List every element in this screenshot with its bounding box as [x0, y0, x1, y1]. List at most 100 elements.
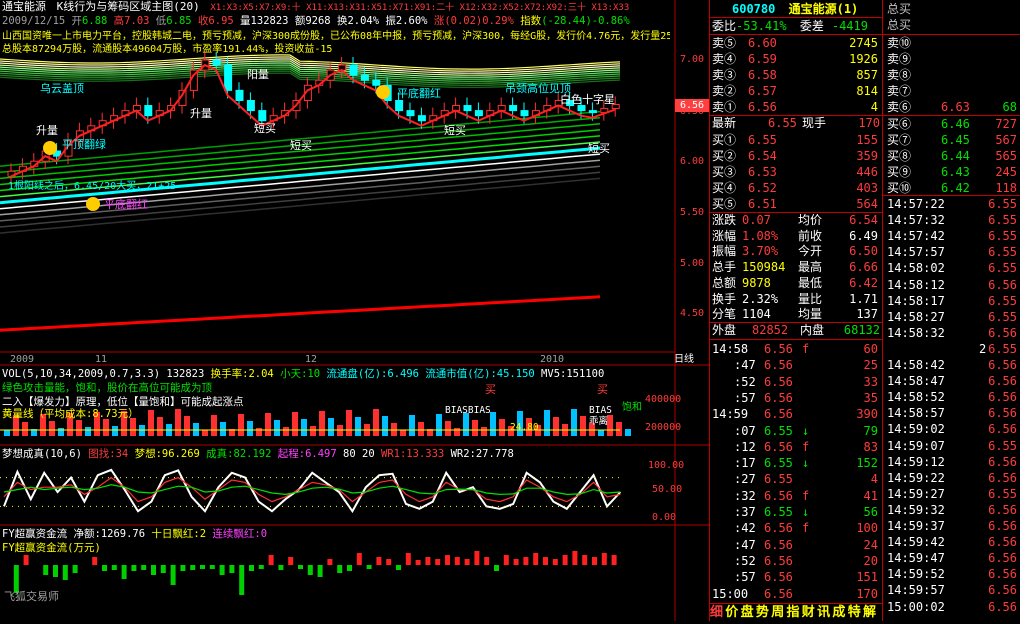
- right-tick-row[interactable]: 14:58:57 6.56: [887, 405, 1019, 421]
- volume-bar: [247, 421, 253, 436]
- right-tick-row[interactable]: 14:59:52 6.56: [887, 566, 1019, 582]
- right-bid-row[interactable]: 买⑩ 6.42 118: [887, 180, 1019, 196]
- bid-row[interactable]: 买⑤ 6.51 564: [712, 196, 880, 212]
- ask-row[interactable]: 卖⑤ 6.60 2745: [712, 35, 880, 51]
- right-tick-row[interactable]: 14:59:02 6.56: [887, 421, 1019, 437]
- right-ask-row[interactable]: 卖⑨: [887, 51, 1019, 67]
- candle-body: [417, 115, 426, 122]
- stat-row[interactable]: 总手 150984 最高 6.66: [712, 259, 880, 275]
- tab-9[interactable]: 特: [848, 604, 861, 621]
- right-tick-row[interactable]: 14:59:37 6.56: [887, 518, 1019, 534]
- right-ask-row[interactable]: 卖⑩: [887, 35, 1019, 51]
- dream-line-green: [3, 484, 621, 496]
- right-tick-row[interactable]: 15:00:02 6.56: [887, 599, 1019, 615]
- tab-6[interactable]: 财: [802, 604, 815, 621]
- tick-row[interactable]: :52 6.56 20: [712, 553, 880, 569]
- right-bid-row[interactable]: 买⑨ 6.43 245: [887, 164, 1019, 180]
- tab-2[interactable]: 盘: [741, 604, 754, 621]
- right-ask-row[interactable]: 卖⑧: [887, 67, 1019, 83]
- tick-row[interactable]: :07 6.55 ↓ 79: [712, 423, 880, 439]
- x-axis-period[interactable]: 日线: [674, 353, 694, 367]
- tab-7[interactable]: 讯: [817, 604, 830, 621]
- right-tick-row[interactable]: 14:58:02 6.55: [887, 260, 1019, 276]
- tick-volume: 151: [856, 570, 878, 585]
- ask-row[interactable]: 卖① 6.56 4: [712, 99, 880, 115]
- tick-row[interactable]: 14:58 6.56 f 60: [712, 341, 880, 357]
- tab-0[interactable]: 细: [710, 604, 723, 621]
- stat-row[interactable]: 分笔 1104 均量 137: [712, 306, 880, 322]
- right-tick-row[interactable]: 14:59:42 6.56: [887, 534, 1019, 550]
- volume-bar: [319, 411, 325, 436]
- right-tick-row[interactable]: 14:59:32 6.56: [887, 502, 1019, 518]
- right-bid-row[interactable]: 买⑦ 6.45 567: [887, 132, 1019, 148]
- bid-row[interactable]: 买④ 6.52 403: [712, 180, 880, 196]
- right-tick-row[interactable]: 14:59:57 6.56: [887, 582, 1019, 598]
- amount-value: 9268: [305, 15, 331, 27]
- right-tick-row[interactable]: 14:57:42 6.55: [887, 228, 1019, 244]
- right-tick-row[interactable]: 14:58:32 6.56: [887, 325, 1019, 341]
- change-label: 涨: [433, 15, 445, 27]
- stat-row[interactable]: 涨幅 1.08% 前收 6.49: [712, 228, 880, 244]
- tick-row[interactable]: :17 6.55 ↓ 152: [712, 455, 880, 471]
- volume-bar: [409, 415, 415, 436]
- tick-row[interactable]: :12 6.56 f 83: [712, 439, 880, 455]
- volume-bar: [346, 410, 352, 436]
- right-tick-row[interactable]: 14:57:57 6.55: [887, 244, 1019, 260]
- bid-row[interactable]: 买② 6.54 359: [712, 148, 880, 164]
- right-tick-row[interactable]: 14:58:27 6.55: [887, 309, 1019, 325]
- stat-row[interactable]: 涨跌 0.07 均价 6.54: [712, 212, 880, 228]
- price-axis-4-50: 4.50: [680, 308, 705, 319]
- candle-body: [509, 105, 518, 112]
- tab-3[interactable]: 势: [756, 604, 769, 621]
- tick-row[interactable]: 15:00 6.56 170: [712, 586, 880, 602]
- tick-row[interactable]: :27 6.55 4: [712, 471, 880, 487]
- ask-row[interactable]: 卖④ 6.59 1926: [712, 51, 880, 67]
- stat-row[interactable]: 振幅 3.70% 今开 6.50: [712, 243, 880, 259]
- right-ask-row[interactable]: 卖⑦: [887, 83, 1019, 99]
- right-tick-row[interactable]: 14:58:42 6.56: [887, 357, 1019, 373]
- right-tick-row[interactable]: 14:59:22 6.56: [887, 470, 1019, 486]
- tab-8[interactable]: 成: [832, 604, 845, 621]
- tick-row[interactable]: :32 6.56 f 41: [712, 488, 880, 504]
- right-ask-row[interactable]: 卖⑥ 6.63 68: [887, 99, 1019, 115]
- right-tick-row[interactable]: 14:59:47 6.56: [887, 550, 1019, 566]
- right-tick-row[interactable]: 14:57:32 6.55: [887, 212, 1019, 228]
- right-tick-row[interactable]: 14:58:17 6.55: [887, 293, 1019, 309]
- fund-bar: [347, 565, 352, 571]
- tab-4[interactable]: 周: [771, 604, 784, 621]
- tick-row[interactable]: :57 6.56 35: [712, 390, 880, 406]
- right-tick-row[interactable]: 14:59:12 6.56: [887, 454, 1019, 470]
- right-tick-row[interactable]: 14:58:52 6.56: [887, 389, 1019, 405]
- right-bid-row[interactable]: 买⑥ 6.46 727: [887, 116, 1019, 132]
- tick-row[interactable]: :37 6.55 ↓ 56: [712, 504, 880, 520]
- tick-row[interactable]: :47 6.56 24: [712, 537, 880, 553]
- tick-volume: 170: [856, 586, 878, 601]
- stat-row[interactable]: 换手 2.32% 量比 1.71: [712, 291, 880, 307]
- tick-row[interactable]: :57 6.56 151: [712, 569, 880, 585]
- bid-row[interactable]: 买③ 6.53 446: [712, 164, 880, 180]
- tab-1[interactable]: 价: [725, 604, 738, 621]
- right-tick-row[interactable]: 2 6.55: [887, 341, 1019, 357]
- tab-10[interactable]: 解: [863, 604, 876, 621]
- right-tick-row[interactable]: 14:59:07 6.55: [887, 438, 1019, 454]
- tick-row[interactable]: 14:59 6.56 390: [712, 406, 880, 422]
- right-ask-label: 卖⑨: [887, 52, 912, 66]
- ask-row[interactable]: 卖③ 6.58 857: [712, 67, 880, 83]
- kline-chart-area[interactable]: 通宝能源 K线行为与筹码区域主图(20) X1:X3:X5:X7:X9:十 X1…: [0, 0, 710, 621]
- right-tick-row[interactable]: 14:58:47 6.56: [887, 373, 1019, 389]
- tick-volume: 56: [863, 505, 878, 519]
- right-tick-time: 14:59:32: [887, 502, 945, 517]
- stat-row[interactable]: 总额 9878 最低 6.42: [712, 275, 880, 291]
- tick-row[interactable]: :47 6.56 25: [712, 357, 880, 373]
- right-tick-row[interactable]: 14:58:12 6.56: [887, 277, 1019, 293]
- ask-row[interactable]: 卖② 6.57 814: [712, 83, 880, 99]
- ask-price: 6.58: [748, 68, 777, 82]
- right-tick-row[interactable]: 14:59:27 6.55: [887, 486, 1019, 502]
- tick-row[interactable]: :42 6.56 f 100: [712, 520, 880, 536]
- right-tick-row[interactable]: 14:57:22 6.55: [887, 196, 1019, 212]
- ask-price: 6.59: [748, 52, 777, 66]
- tick-row[interactable]: :52 6.56 33: [712, 374, 880, 390]
- right-bid-row[interactable]: 买⑧ 6.44 565: [887, 148, 1019, 164]
- bid-row[interactable]: 买① 6.55 155: [712, 132, 880, 148]
- tab-5[interactable]: 指: [787, 604, 800, 621]
